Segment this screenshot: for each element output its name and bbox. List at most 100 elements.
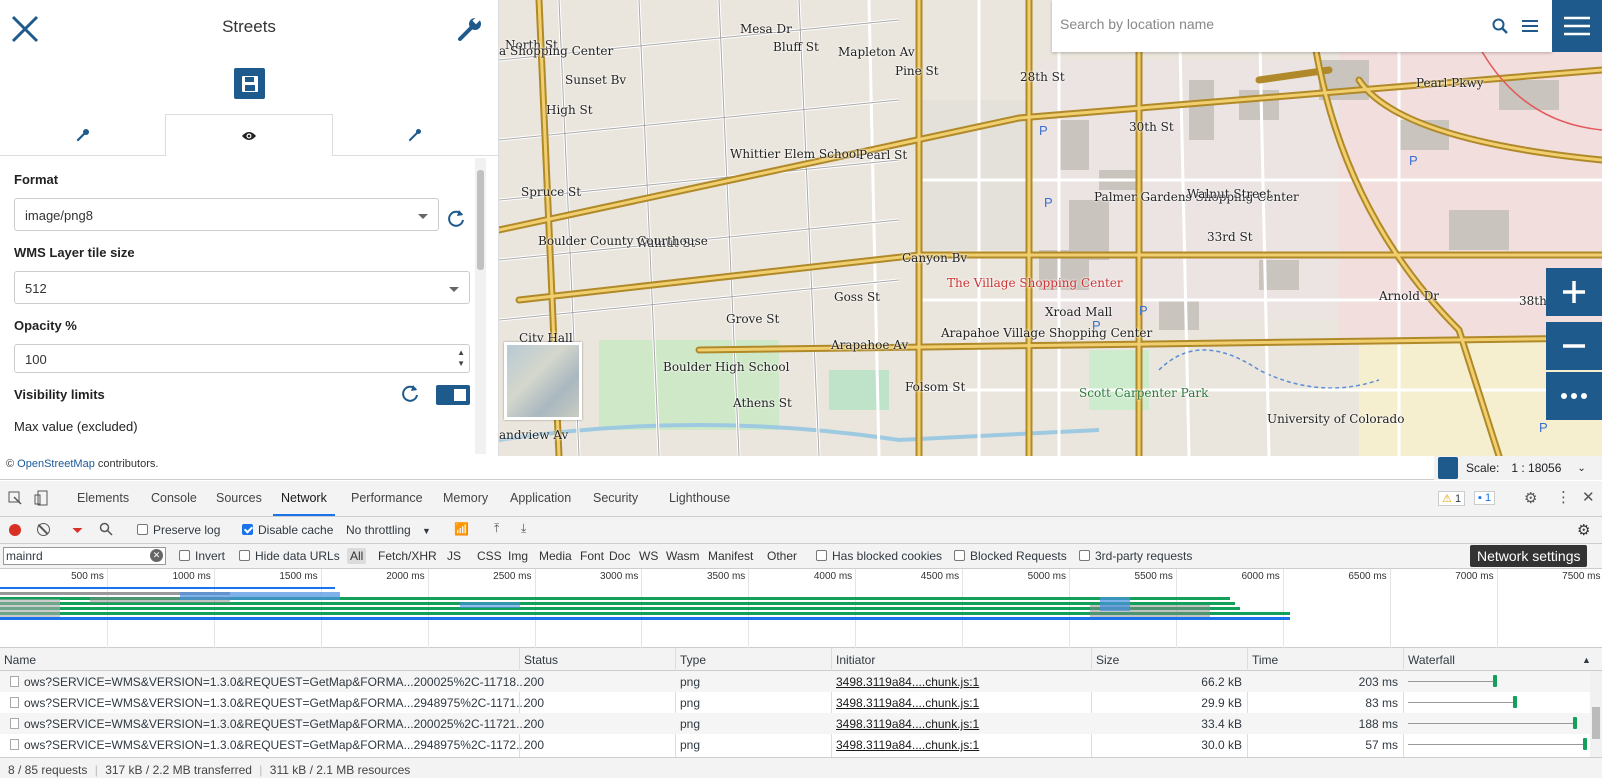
search-icon[interactable] — [99, 522, 113, 539]
visibility-toggle[interactable] — [436, 385, 470, 405]
map-canvas[interactable]: PPPPPP North St Mesa Dr Bluff St Mapleton A… — [499, 0, 1602, 456]
filter-type-all[interactable]: All — [347, 548, 367, 564]
preserve-log-checkbox[interactable]: Preserve log — [137, 523, 220, 537]
tab-application[interactable]: Application — [510, 491, 571, 505]
osm-link[interactable]: OpenStreetMap — [17, 458, 95, 470]
request-initiator[interactable]: 3498.3119a84....chunk.js:1 — [836, 717, 979, 731]
column-type[interactable]: Type — [680, 653, 706, 667]
tab-network[interactable]: Network — [273, 491, 335, 516]
gear-icon[interactable]: ⚙ — [1524, 489, 1537, 507]
filter-type-other[interactable]: Other — [767, 549, 797, 563]
table-row[interactable]: ows?SERVICE=WMS&VERSION=1.3.0&REQUEST=Ge… — [0, 713, 1590, 734]
request-time: 57 ms — [1365, 738, 1398, 752]
search-icon[interactable] — [1492, 18, 1508, 39]
filter-icon[interactable]: ⏷ — [72, 522, 83, 539]
table-row[interactable]: ows?SERVICE=WMS&VERSION=1.3.0&REQUEST=Ge… — [0, 734, 1590, 755]
map-label: High St — [546, 103, 593, 117]
spinner-icon[interactable]: ▲ ▼ — [457, 347, 465, 369]
column-waterfall[interactable]: Waterfall — [1408, 653, 1455, 667]
tab-performance[interactable]: Performance — [351, 491, 423, 505]
column-time[interactable]: Time — [1252, 653, 1278, 667]
warnings-badge[interactable]: ⚠ 1 — [1438, 491, 1466, 506]
tab-memory[interactable]: Memory — [443, 491, 488, 505]
column-name[interactable]: Name — [4, 653, 36, 667]
tab-display[interactable] — [165, 114, 333, 156]
network-settings-icon[interactable]: ⚙ — [1577, 521, 1590, 539]
blocked-cookies-checkbox[interactable]: Has blocked cookies — [816, 549, 942, 563]
opacity-label: Opacity % — [14, 318, 77, 333]
scale-select[interactable]: 1 : 18056 — [1511, 461, 1561, 475]
throttling-select[interactable]: No throttling ▼ — [346, 523, 431, 537]
tab-style[interactable] — [333, 114, 498, 155]
panel-tabs — [0, 114, 498, 156]
zoom-out-button[interactable] — [1546, 322, 1602, 370]
import-har-icon[interactable]: ⤒ — [494, 521, 499, 536]
tab-elements[interactable]: Elements — [77, 491, 129, 505]
request-initiator[interactable]: 3498.3119a84....chunk.js:1 — [836, 696, 979, 710]
tab-security[interactable]: Security — [593, 491, 638, 505]
messages-badge[interactable]: ▪ 1 — [1474, 491, 1496, 505]
burger-menu-button[interactable] — [1552, 0, 1602, 52]
filter-type-css[interactable]: CSS — [477, 549, 502, 563]
network-overview[interactable]: 500 ms 1000 ms 1500 ms 2000 ms 2500 ms 3000 m… — [0, 569, 1602, 648]
tab-lighthouse[interactable]: Lighthouse — [669, 491, 730, 505]
close-devtools-icon[interactable]: ✕ — [1582, 488, 1595, 506]
filter-type-doc[interactable]: Doc — [609, 549, 630, 563]
device-toolbar-icon[interactable] — [34, 490, 48, 509]
third-party-checkbox[interactable]: 3rd-party requests — [1079, 549, 1192, 563]
hide-data-urls-checkbox[interactable]: Hide data URLs — [239, 549, 340, 563]
request-name[interactable]: ows?SERVICE=WMS&VERSION=1.3.0&REQUEST=Ge… — [24, 696, 526, 710]
filter-type-fetchxhr[interactable]: Fetch/XHR — [378, 549, 437, 563]
wrench-icon[interactable] — [456, 15, 484, 43]
attribution: © OpenStreetMap contributors. — [6, 458, 159, 470]
filter-type-font[interactable]: Font — [580, 549, 604, 563]
request-initiator[interactable]: 3498.3119a84....chunk.js:1 — [836, 738, 979, 752]
tab-console[interactable]: Console — [151, 491, 197, 505]
svg-text:P: P — [1044, 195, 1053, 210]
tab-sources[interactable]: Sources — [216, 491, 262, 505]
export-har-icon[interactable]: ⤓ — [521, 521, 526, 536]
request-status: 200 — [524, 696, 545, 710]
table-row[interactable]: ows?SERVICE=WMS&VERSION=1.3.0&REQUEST=Ge… — [0, 671, 1590, 692]
filter-type-js[interactable]: JS — [447, 549, 461, 563]
blocked-requests-checkbox[interactable]: Blocked Requests — [954, 549, 1067, 563]
more-tools-button[interactable] — [1546, 372, 1602, 420]
filter-input[interactable]: mainrd ✕ — [3, 547, 166, 565]
search-input[interactable] — [1060, 16, 1460, 32]
tile-size-select[interactable]: 512 — [14, 271, 470, 304]
column-status[interactable]: Status — [524, 653, 558, 667]
request-name[interactable]: ows?SERVICE=WMS&VERSION=1.3.0&REQUEST=Ge… — [24, 738, 526, 752]
waterfall-wait — [1408, 723, 1573, 724]
column-initiator[interactable]: Initiator — [836, 653, 875, 667]
filter-type-manifest[interactable]: Manifest — [708, 549, 753, 563]
record-icon[interactable] — [9, 524, 21, 536]
format-select[interactable]: image/png8 — [14, 198, 439, 231]
minimap[interactable] — [504, 342, 582, 420]
mouse-position-icon[interactable] — [1438, 457, 1458, 479]
network-conditions-icon[interactable]: 📶 — [454, 522, 469, 536]
request-name[interactable]: ows?SERVICE=WMS&VERSION=1.3.0&REQUEST=Ge… — [24, 675, 526, 689]
column-size[interactable]: Size — [1096, 653, 1119, 667]
panel-scrollbar[interactable] — [475, 158, 486, 454]
inspect-icon[interactable] — [8, 491, 22, 508]
refresh-icon[interactable] — [400, 383, 420, 408]
invert-checkbox[interactable]: Invert — [179, 549, 225, 563]
filter-type-media[interactable]: Media — [539, 549, 572, 563]
opacity-input[interactable]: 100 ▲ ▼ — [14, 344, 470, 373]
save-button[interactable] — [234, 68, 265, 99]
clear-filter-icon[interactable]: ✕ — [150, 549, 163, 562]
request-name[interactable]: ows?SERVICE=WMS&VERSION=1.3.0&REQUEST=Ge… — [24, 717, 526, 731]
table-scrollbar[interactable] — [1590, 671, 1602, 757]
kebab-menu-icon[interactable]: ⋮ — [1556, 488, 1571, 506]
filter-type-ws[interactable]: WS — [639, 549, 658, 563]
zoom-in-button[interactable] — [1546, 268, 1602, 316]
disable-cache-checkbox[interactable]: Disable cache — [242, 523, 333, 537]
table-row[interactable]: ows?SERVICE=WMS&VERSION=1.3.0&REQUEST=Ge… — [0, 692, 1590, 713]
list-icon[interactable] — [1522, 19, 1538, 38]
request-initiator[interactable]: 3498.3119a84....chunk.js:1 — [836, 675, 979, 689]
filter-type-wasm[interactable]: Wasm — [666, 549, 700, 563]
filter-type-img[interactable]: Img — [508, 549, 528, 563]
clear-icon[interactable] — [37, 523, 50, 536]
tab-settings[interactable] — [0, 114, 165, 155]
refresh-icon[interactable] — [446, 208, 466, 233]
